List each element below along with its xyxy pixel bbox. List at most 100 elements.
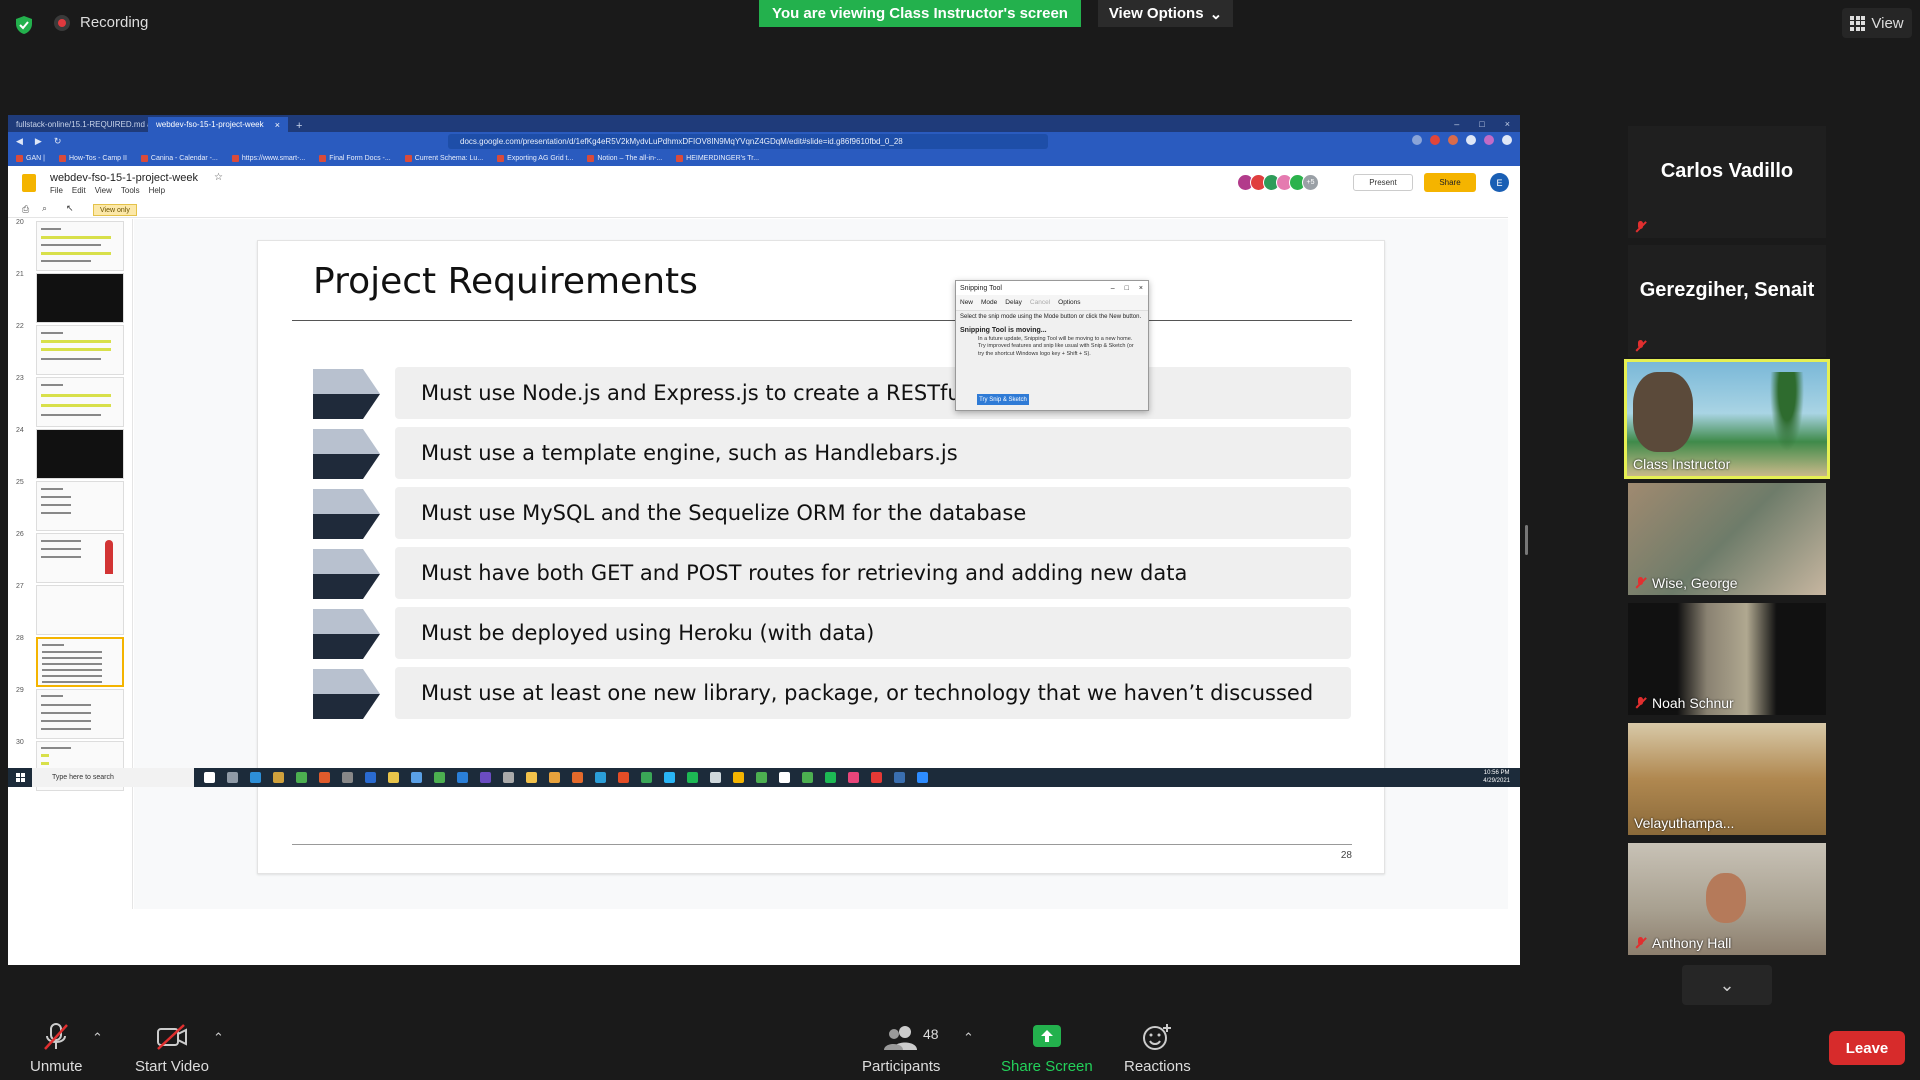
participant-tile[interactable]: Gerezgiher, Senait <box>1628 245 1826 357</box>
bookmark[interactable]: Final Form Docs -... <box>319 155 391 162</box>
puzzle-icon[interactable] <box>1466 135 1476 145</box>
slide-thumbnail-row[interactable]: 24 <box>8 427 132 487</box>
app-icon[interactable] <box>480 772 491 783</box>
slide-thumbnail[interactable] <box>36 533 124 583</box>
menu-help[interactable]: Help <box>149 186 165 195</box>
close-icon[interactable]: × <box>275 120 280 130</box>
snip-delay-button[interactable]: Delay <box>1005 299 1022 306</box>
leave-button[interactable]: Leave <box>1829 1031 1905 1065</box>
terminal-icon[interactable] <box>342 772 353 783</box>
slide-thumbnail-row[interactable]: 27 <box>8 583 132 643</box>
slide-thumbnail[interactable] <box>36 585 124 635</box>
bookmark[interactable]: https://www.smart-... <box>231 155 305 162</box>
share-screen-button[interactable]: Share Screen <box>1001 1022 1093 1075</box>
splitter-handle[interactable] <box>1525 525 1528 555</box>
present-button[interactable]: Present <box>1353 174 1413 191</box>
shield-icon[interactable] <box>14 15 34 35</box>
menu-view[interactable]: View <box>95 186 112 195</box>
app-icon[interactable] <box>411 772 422 783</box>
app-icon[interactable] <box>618 772 629 783</box>
menu-tools[interactable]: Tools <box>121 186 140 195</box>
app-icon[interactable] <box>549 772 560 783</box>
share-button[interactable]: Share <box>1424 173 1476 192</box>
extension-icon[interactable] <box>1412 135 1422 145</box>
chrome-icon[interactable] <box>434 772 445 783</box>
new-tab-icon[interactable]: + <box>288 120 310 132</box>
app-icon[interactable] <box>595 772 606 783</box>
extension-icon[interactable] <box>1448 135 1458 145</box>
close-window-icon[interactable]: × <box>1505 119 1510 129</box>
app-icon[interactable] <box>894 772 905 783</box>
slide-thumbnail[interactable] <box>36 377 124 427</box>
bookmark[interactable]: HEIMERDINGER's Tr... <box>676 155 759 162</box>
address-bar[interactable]: docs.google.com/presentation/d/1efKg4eR5… <box>448 134 1048 149</box>
view-options-button[interactable]: View Options ⌄ <box>1098 0 1233 27</box>
slide-thumbnail[interactable] <box>36 429 124 479</box>
firefox-icon[interactable] <box>572 772 583 783</box>
taskbar-search-input[interactable]: Type here to search <box>32 768 194 787</box>
account-avatar[interactable]: E <box>1490 173 1509 192</box>
bookmark[interactable]: GAN | <box>16 155 45 162</box>
browser-tab[interactable]: fullstack-online/15.1-REQUIRED.md at× <box>8 117 148 132</box>
app-icon[interactable] <box>641 772 652 783</box>
slide-thumbnail[interactable] <box>36 221 124 271</box>
app-icon[interactable] <box>779 772 790 783</box>
participant-tile[interactable]: Anthony Hall <box>1628 843 1826 955</box>
recording-indicator[interactable]: Recording <box>54 14 148 31</box>
slide-thumbnail-selected[interactable] <box>36 637 124 687</box>
participant-tile[interactable]: Wise, George <box>1628 483 1826 595</box>
zoom-icon[interactable]: ⌕ <box>42 203 47 214</box>
forward-icon[interactable]: ▶ <box>35 136 42 147</box>
slides-logo-icon[interactable] <box>22 174 36 192</box>
star-icon[interactable]: ☆ <box>214 172 223 183</box>
close-icon[interactable]: × <box>1139 285 1143 292</box>
slide-thumbnail[interactable] <box>36 325 124 375</box>
minimize-icon[interactable]: – <box>1111 285 1115 292</box>
cortana-icon[interactable] <box>204 772 215 783</box>
spotify-icon[interactable] <box>825 772 836 783</box>
browser-tab-active[interactable]: webdev-fso-15-1-project-week × <box>148 117 288 132</box>
unmute-button[interactable]: Unmute <box>30 1022 83 1075</box>
minimize-icon[interactable]: – <box>1454 119 1459 129</box>
task-view-icon[interactable] <box>227 772 238 783</box>
slide-thumbnail-row[interactable]: 29 <box>8 687 132 747</box>
bookmark[interactable]: Canina - Calendar -... <box>140 155 218 162</box>
app-icon[interactable] <box>526 772 537 783</box>
profile-icon[interactable] <box>1484 135 1494 145</box>
vscode-icon[interactable] <box>457 772 468 783</box>
snip-new-button[interactable]: New <box>960 299 973 306</box>
zoom-app-icon[interactable] <box>917 772 928 783</box>
bookmark[interactable]: Exporting AG Grid t... <box>497 155 573 162</box>
snipping-tool-icon[interactable] <box>710 772 721 783</box>
slide-thumbnail-row[interactable]: 26 <box>8 531 132 591</box>
slide-thumbnail-row[interactable]: 21 <box>8 271 132 331</box>
slide-thumbnail-row[interactable]: 23 <box>8 375 132 435</box>
maximize-icon[interactable]: □ <box>1125 285 1129 292</box>
powershell-icon[interactable] <box>365 772 376 783</box>
print-icon[interactable]: ⎙ <box>22 204 29 215</box>
slide-thumbnail-row[interactable]: 22 <box>8 323 132 383</box>
windows-start-icon[interactable] <box>8 773 32 782</box>
chrome-icon[interactable] <box>802 772 813 783</box>
app-icon[interactable] <box>848 772 859 783</box>
slide-thumbnail-row[interactable]: 25 <box>8 479 132 539</box>
app-icon[interactable] <box>319 772 330 783</box>
bookmark[interactable]: How-Tos - Camp II <box>58 155 127 162</box>
explorer-icon[interactable] <box>388 772 399 783</box>
chrome-icon[interactable] <box>296 772 307 783</box>
snip-cancel-button[interactable]: Cancel <box>1030 299 1050 306</box>
audio-options-caret-icon[interactable]: ⌃ <box>92 1030 103 1046</box>
slide-thumbnail[interactable] <box>36 273 124 323</box>
participant-tile[interactable]: Noah Schnur <box>1628 603 1826 715</box>
back-icon[interactable]: ◀ <box>16 136 23 147</box>
slide-thumbnail-row[interactable]: 20 <box>8 219 132 279</box>
video-options-caret-icon[interactable]: ⌃ <box>213 1030 224 1046</box>
doc-title[interactable]: webdev-fso-15-1-project-week <box>50 172 198 184</box>
system-tray-clock[interactable]: 10:56 PM 4/29/2021 <box>1483 770 1520 784</box>
spotify-icon[interactable] <box>687 772 698 783</box>
slide-thumbnail[interactable] <box>36 481 124 531</box>
menu-edit[interactable]: Edit <box>72 186 86 195</box>
slide-thumbnail[interactable] <box>36 689 124 739</box>
menu-file[interactable]: File <box>50 186 63 195</box>
reload-icon[interactable]: ↻ <box>54 136 62 147</box>
